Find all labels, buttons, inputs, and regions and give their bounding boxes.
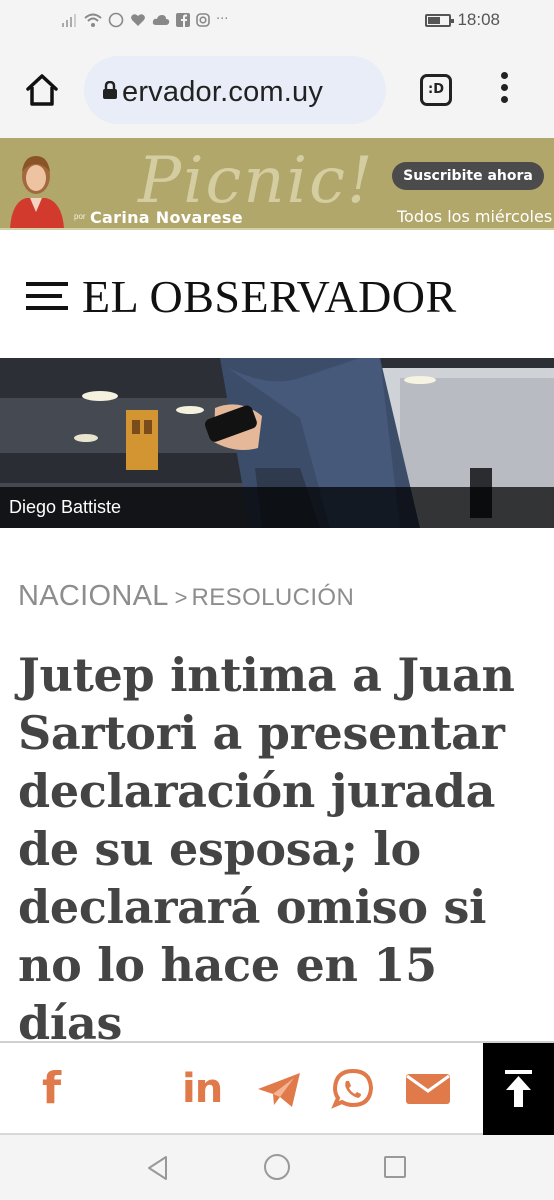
- breadcrumb-separator: >: [174, 585, 188, 610]
- address-bar[interactable]: ervador.com.uy: [84, 56, 386, 124]
- ad-banner[interactable]: Picnic! por Carina Novarese Suscribite a…: [0, 138, 554, 230]
- hamburger-menu-icon[interactable]: [26, 282, 68, 312]
- more-vert-icon[interactable]: [494, 72, 514, 110]
- whatsapp-status-icon: [108, 12, 124, 28]
- instagram-status-icon: [196, 13, 210, 27]
- whatsapp-icon[interactable]: [330, 1067, 376, 1111]
- breadcrumb-section[interactable]: NACIONAL: [18, 580, 169, 612]
- site-logo[interactable]: EL OBSERVADOR: [82, 270, 457, 323]
- status-more: ···: [216, 12, 229, 27]
- cloud-icon: [152, 15, 170, 25]
- ad-brand-logo: Picnic!: [138, 144, 375, 218]
- recent-apps-icon[interactable]: [384, 1156, 406, 1178]
- scroll-top-icon[interactable]: [483, 1043, 554, 1135]
- article-headline: Jutep intima a Juan Sartori a presentar …: [18, 648, 515, 1050]
- back-icon[interactable]: [146, 1155, 170, 1181]
- status-right: 18:08: [425, 10, 500, 30]
- status-bar: ··· 18:08: [0, 0, 554, 42]
- url-text[interactable]: ervador.com.uy: [122, 76, 323, 109]
- home-icon[interactable]: [22, 70, 62, 110]
- breadcrumb-topic[interactable]: RESOLUCIÓN: [192, 584, 355, 611]
- browser-toolbar: ervador.com.uy :D: [0, 42, 554, 138]
- battery-icon: [425, 13, 455, 27]
- signal-icon: [62, 14, 76, 27]
- email-icon[interactable]: [404, 1067, 452, 1111]
- facebook-icon[interactable]: f: [42, 1067, 70, 1111]
- photo-credit: Diego Battiste: [9, 497, 122, 517]
- status-time: 18:08: [457, 10, 500, 29]
- photo-caption: Diego Battiste: [0, 487, 554, 528]
- subscribe-button[interactable]: Suscribite ahora: [392, 162, 544, 190]
- ad-author-name: Carina Novarese: [90, 208, 243, 227]
- lock-icon: [103, 81, 117, 99]
- extension-icon[interactable]: :D: [420, 74, 452, 106]
- system-nav-bar: [0, 1135, 554, 1200]
- breadcrumb: NACIONAL > RESOLUCIÓN: [18, 580, 354, 613]
- facebook-status-icon: [176, 13, 190, 27]
- ad-byline-prefix: por: [74, 212, 86, 221]
- heart-icon: [131, 14, 145, 26]
- telegram-icon[interactable]: [256, 1067, 302, 1111]
- ad-author-photo: [4, 142, 68, 228]
- home-circle-icon[interactable]: [264, 1154, 290, 1180]
- linkedin-icon[interactable]: in: [182, 1067, 228, 1111]
- share-bar: f in: [0, 1041, 554, 1135]
- site-header: EL OBSERVADOR: [0, 230, 554, 358]
- wifi-icon: [84, 13, 102, 27]
- ad-schedule: Todos los miércoles: [397, 207, 553, 226]
- scroll-top-button[interactable]: [483, 1043, 554, 1135]
- status-icons: ···: [62, 11, 228, 29]
